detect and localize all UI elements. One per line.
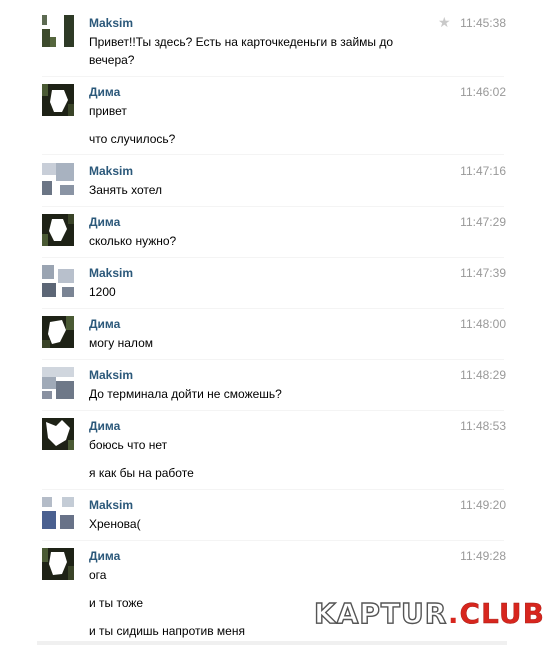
message-author[interactable]: Дима — [89, 418, 120, 434]
divider — [42, 257, 504, 258]
divider — [42, 410, 504, 411]
divider — [42, 206, 504, 207]
message-author[interactable]: Дима — [89, 316, 120, 332]
avatar[interactable] — [42, 214, 74, 246]
avatar[interactable] — [42, 163, 74, 195]
divider — [42, 489, 504, 490]
avatar[interactable] — [42, 15, 74, 47]
message-author[interactable]: Maksim — [89, 163, 133, 179]
message-time: 11:48:00 — [460, 317, 506, 331]
avatar[interactable] — [42, 316, 74, 348]
message-text: Привет!!Ты здесь? Есть на карточкеденьги… — [89, 35, 394, 67]
message-text: ога — [89, 568, 107, 582]
divider — [42, 76, 504, 77]
message-text: Хренова( — [89, 517, 141, 531]
divider — [42, 359, 504, 360]
message-time: 11:48:53 — [460, 419, 506, 433]
message-text: привет — [89, 104, 127, 118]
avatar[interactable] — [42, 548, 74, 580]
message-text: сколько нужно? — [89, 234, 177, 248]
message-author[interactable]: Дима — [89, 548, 120, 564]
message-text: я как бы на работе — [89, 466, 194, 480]
star-icon[interactable]: ★ — [438, 14, 451, 30]
message-text: Занять хотел — [89, 183, 163, 197]
message-text: боюсь что нет — [89, 438, 168, 452]
message-author[interactable]: Maksim — [89, 15, 133, 31]
message-time: 11:47:39 — [460, 266, 506, 280]
message-author[interactable]: Maksim — [89, 265, 133, 281]
message-author[interactable]: Maksim — [89, 497, 133, 513]
message-text: что случилось? — [89, 132, 176, 146]
message-text: До терминала дойти не сможешь? — [89, 387, 282, 401]
avatar[interactable] — [42, 265, 74, 297]
avatar[interactable] — [42, 367, 74, 399]
avatar[interactable] — [42, 84, 74, 116]
message-time: 11:45:38 — [460, 16, 506, 30]
message-time: 11:49:28 — [460, 549, 506, 563]
watermark-logo: KAPTUR.CLUB — [313, 596, 543, 630]
message-author[interactable]: Дима — [89, 84, 120, 100]
message-time: 11:47:16 — [460, 164, 506, 178]
divider — [42, 540, 504, 541]
message-time: 11:48:29 — [460, 368, 506, 382]
avatar[interactable] — [42, 418, 74, 450]
message-author[interactable]: Дима — [89, 214, 120, 230]
message-time: 11:49:20 — [460, 498, 506, 512]
divider — [42, 308, 504, 309]
chat-history: Maksim ★ 11:45:38 Привет!!Ты здесь? Есть… — [0, 0, 543, 648]
divider — [37, 641, 507, 645]
avatar[interactable] — [42, 497, 74, 529]
divider — [42, 154, 504, 155]
message-time: 11:46:02 — [460, 85, 506, 99]
message-text: 1200 — [89, 285, 116, 299]
message-text: могу налом — [89, 336, 153, 350]
message-author[interactable]: Maksim — [89, 367, 133, 383]
message-time: 11:47:29 — [460, 215, 506, 229]
